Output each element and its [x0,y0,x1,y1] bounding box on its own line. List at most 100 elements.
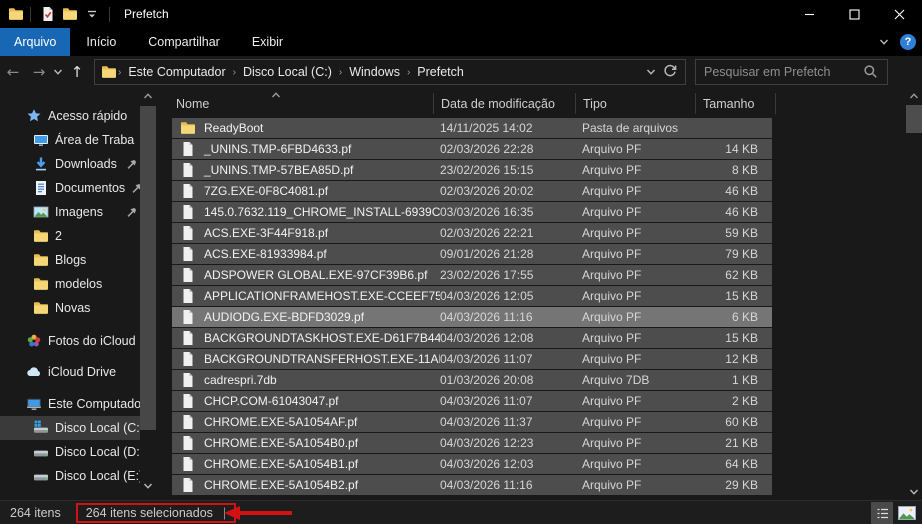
file-size: 46 KB [725,205,758,219]
disk-windows-icon [33,420,49,436]
tab-inicio[interactable]: Início [70,28,132,56]
file-row[interactable]: CHCP.COM-61043047.pf 04/03/2026 11:07 Arqu… [172,391,772,411]
ribbon-collapse-chevron-icon[interactable] [878,36,890,48]
search-placeholder: Pesquisar em Prefetch [704,65,831,79]
qat-customize-icon[interactable] [81,3,103,25]
column-header-tipo[interactable]: Tipo [583,97,607,111]
column-header-tamanho[interactable]: Tamanho [703,97,754,111]
file-row[interactable]: ADSPOWER GLOBAL.EXE-97CF39B6.pf 23/02/202… [172,265,772,285]
sidebar-scrollbar[interactable] [140,88,156,500]
sidebar-item-blogs[interactable]: Blogs [0,248,140,272]
column-divider[interactable] [775,93,776,114]
file-row[interactable]: CHROME.EXE-5A1054B0.pf 04/03/2026 12:23 Ar… [172,433,772,453]
file-size: 14 KB [725,142,758,156]
file-name: _UNINS.TMP-6FBD4633.pf [204,142,352,156]
refresh-icon[interactable] [663,64,679,80]
file-type: Arquivo PF [582,436,642,450]
back-button[interactable]: ← [0,59,26,85]
file-row[interactable]: APPLICATIONFRAMEHOST.EXE-CCEEF75... 04/03… [172,286,772,306]
file-row[interactable]: _UNINS.TMP-57BEA85D.pf 23/02/2026 15:15 Ar… [172,160,772,180]
file-size: 79 KB [725,247,758,261]
file-size: 64 KB [725,457,758,471]
file-name: CHROME.EXE-5A1054B0.pf [204,436,359,450]
file-row[interactable]: _UNINS.TMP-6FBD4633.pf 02/03/2026 22:28 Ar… [172,139,772,159]
file-icon [180,456,196,472]
sidebar-item-acesso-r-pido[interactable]: Acesso rápido [0,104,140,128]
search-icon[interactable] [863,64,879,80]
search-input[interactable]: Pesquisar em Prefetch [695,59,888,85]
tab-exibir[interactable]: Exibir [236,28,299,56]
file-name: 7ZG.EXE-0F8C4081.pf [204,184,329,198]
breadcrumb-este-computador[interactable]: Este Computador [122,65,231,79]
details-view-toggle[interactable] [871,501,893,524]
file-type: Arquivo PF [582,184,642,198]
sidebar-item-modelos[interactable]: modelos [0,272,140,296]
file-row[interactable]: 145.0.7632.119_CHROME_INSTALL-6939C... 03… [172,202,772,222]
file-row[interactable]: 7ZG.EXE-0F8C4081.pf 02/03/2026 20:02 Arqui… [172,181,772,201]
address-dropdown-chevron-icon[interactable] [645,66,657,78]
forward-button[interactable]: → [26,59,52,85]
sidebar-item-2[interactable]: 2 [0,224,140,248]
file-type: Arquivo PF [582,352,642,366]
file-row[interactable]: BACKGROUNDTRANSFERHOST.EXE-11AE... 04/03/… [172,349,772,369]
scroll-up-icon[interactable] [906,88,922,104]
file-row[interactable]: cadrespri.7db 01/03/2026 20:08 Arquivo 7DB… [172,370,772,390]
pin-icon [131,182,140,194]
breadcrumb-disco-local-c[interactable]: Disco Local (C:) [237,65,338,79]
minimize-button[interactable] [787,0,832,28]
tab-arquivo[interactable]: Arquivo [0,28,71,56]
close-button[interactable] [877,0,922,28]
file-row[interactable]: BACKGROUNDTASKHOST.EXE-D61F7B44.pf 04/03/… [172,328,772,348]
file-size: 21 KB [725,436,758,450]
column-header-data[interactable]: Data de modificação [441,97,555,111]
sidebar-item-documentos[interactable]: Documentos [0,176,140,200]
sort-ascending-icon [270,89,282,101]
thumbnails-view-toggle[interactable] [896,502,918,524]
sidebar-item-downloads[interactable]: Downloads [0,152,140,176]
breadcrumb-windows[interactable]: Windows [343,65,406,79]
file-row[interactable]: CHROME.EXE-5A1054AF.pf 04/03/2026 11:37 Ar… [172,412,772,432]
sidebar-item-este-computador[interactable]: Este Computador [0,392,140,416]
file-row[interactable]: ReadyBoot 14/11/2025 14:02 Pasta de arquiv… [172,118,772,138]
sidebar-item-icloud-drive[interactable]: iCloud Drive [0,360,140,384]
file-type: Arquivo PF [582,163,642,177]
scroll-up-icon[interactable] [140,88,156,104]
selected-count: 264 itens selecionados [85,505,213,520]
new-folder-icon[interactable] [59,3,81,25]
tab-compartilhar[interactable]: Compartilhar [132,28,236,56]
maximize-button[interactable] [832,0,877,28]
list-scrollbar-thumb[interactable] [906,105,922,133]
column-divider[interactable] [433,93,434,114]
file-type: Arquivo PF [582,478,642,492]
breadcrumb-prefetch[interactable]: Prefetch [411,65,470,79]
sidebar-item-novas[interactable]: Novas [0,296,140,320]
sidebar-item-disco-local-c-[interactable]: Disco Local (C:) [0,416,140,440]
up-button[interactable]: ↑ [64,59,90,85]
column-divider[interactable] [695,93,696,114]
disk-icon [33,444,49,460]
file-row[interactable]: ACS.EXE-81933984.pf 09/01/2026 21:28 Arqui… [172,244,772,264]
sidebar-scrollbar-thumb[interactable] [140,106,156,430]
file-row[interactable]: AUDIODG.EXE-BDFD3029.pf 04/03/2026 11:16 A… [172,307,772,327]
properties-icon[interactable] [37,3,59,25]
scroll-down-icon[interactable] [140,478,156,494]
file-row[interactable]: CHROME.EXE-5A1054B2.pf 04/03/2026 11:16 Ar… [172,475,772,495]
column-header-nome[interactable]: Nome [176,97,209,111]
address-field[interactable]: › Este Computador › Disco Local (C:) › W… [94,59,686,85]
sidebar-item-fotos-do-icloud[interactable]: Fotos do iCloud [0,329,140,353]
recent-locations-chevron-icon[interactable] [52,66,64,78]
help-icon[interactable]: ? [900,34,916,50]
folder-icon [33,228,49,244]
scroll-down-icon[interactable] [906,484,922,500]
sidebar-item-disco-local-e-[interactable]: Disco Local (E:) [0,464,140,488]
file-row[interactable]: CHROME.EXE-5A1054B1.pf 04/03/2026 12:03 Ar… [172,454,772,474]
sidebar-item-disco-local-d-[interactable]: Disco Local (D:) [0,440,140,464]
file-date: 03/03/2026 16:35 [440,205,534,219]
sidebar-item-label: Blogs [55,253,87,267]
sidebar-item-imagens[interactable]: Imagens [0,200,140,224]
sidebar-item--rea-de-traba[interactable]: Área de Traba [0,128,140,152]
file-row[interactable]: ACS.EXE-3F44F918.pf 02/03/2026 22:21 Arqui… [172,223,772,243]
star-icon [26,108,42,124]
column-divider[interactable] [575,93,576,114]
list-scrollbar[interactable] [906,88,922,500]
